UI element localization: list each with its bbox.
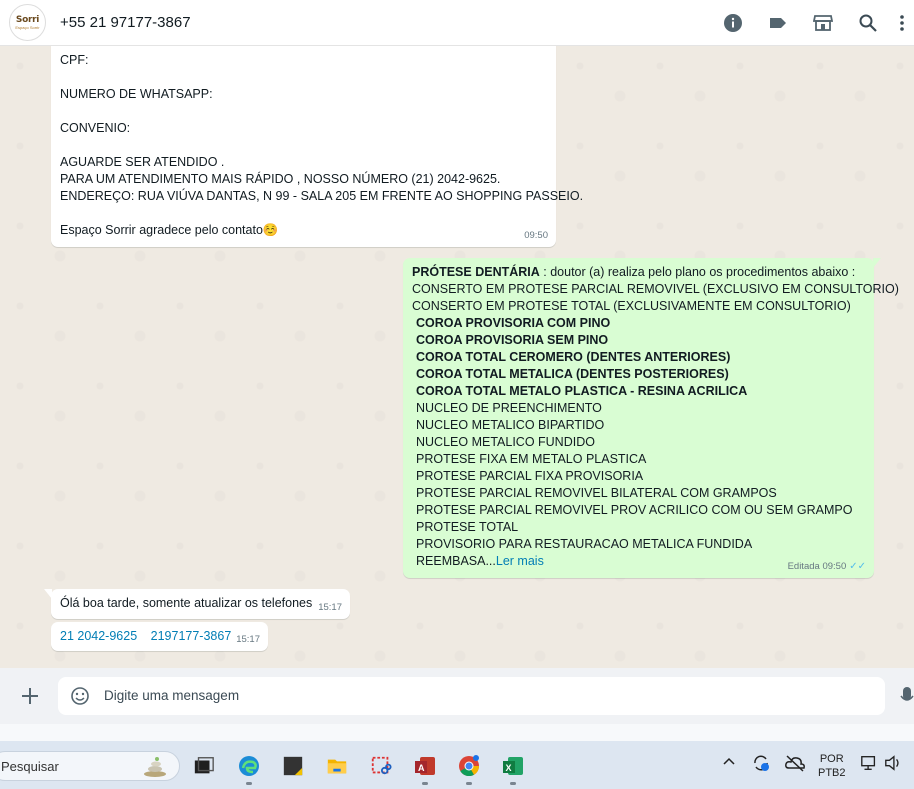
message-time: 15:17: [318, 602, 342, 613]
outgoing-message[interactable]: PRÓTESE DENTÁRIA : doutor (a) realiza pe…: [403, 258, 899, 578]
bubble-tail: [873, 258, 881, 268]
message-line-bold: COROA PROVISORIA SEM PINO: [416, 333, 609, 347]
window-bottom-edge: [0, 724, 914, 741]
incoming-message[interactable]: CPF: NUMERO DE WHATSAPP: CONVENIO: AGUAR…: [51, 46, 584, 247]
message-line-bold: COROA TOTAL CEROMERO (DENTES ANTERIORES): [416, 350, 731, 364]
message-line: [60, 205, 547, 222]
incoming-message[interactable]: Ólá boa tarde, somente atualizar os tele…: [44, 589, 350, 619]
message-input[interactable]: Digite uma mensagem: [58, 677, 885, 715]
incoming-message[interactable]: 21 2042-9625 2197177-3867 15:17: [51, 622, 268, 651]
message-text: Ólá boa tarde, somente atualizar os tele…: [60, 596, 313, 610]
message-line: PROTESE PARCIAL REMOVIVEL PROV ACRILICO …: [416, 503, 853, 517]
message-line: CONSERTO EM PROTESE TOTAL (EXCLUSIVAMENT…: [412, 299, 851, 313]
attach-plus-icon[interactable]: [18, 684, 42, 708]
running-indicator: [510, 782, 516, 785]
message-line: CONSERTO EM PROTESE PARCIAL REMOVIVEL (E…: [412, 282, 899, 296]
chat-area[interactable]: CPF: NUMERO DE WHATSAPP: CONVENIO: AGUAR…: [0, 46, 914, 668]
svg-text:A: A: [418, 763, 425, 773]
header-actions: [710, 0, 914, 46]
message-line: PROTESE PARCIAL FIXA PROVISORIA: [416, 469, 644, 483]
chat-header: Sorri Espaço Sorrir +55 21 97177-3867: [0, 0, 914, 46]
search-highlight-icon: [144, 757, 166, 777]
message-line: PROVISORIO PARA RESTAURACAO METALICA FUN…: [416, 537, 753, 551]
microphone-icon[interactable]: [900, 686, 914, 708]
avatar-subtitle: Espaço Sorrir: [15, 25, 40, 30]
cloud-offline-icon[interactable]: [784, 753, 806, 776]
windows-taskbar: Pesquisar A X POR PTB2: [0, 741, 914, 789]
search-icon[interactable]: [845, 0, 890, 46]
message-time: 15:17: [236, 634, 260, 645]
excel-icon[interactable]: X: [500, 753, 526, 785]
menu-icon[interactable]: [890, 0, 914, 46]
sync-icon[interactable]: [751, 753, 771, 776]
contact-name[interactable]: +55 21 97177-3867: [60, 14, 191, 31]
message-line: NUCLEO DE PREENCHIMENTO: [416, 401, 602, 415]
message-line: [60, 137, 547, 154]
message-line: ENDEREÇO: RUA VIÚVA DANTAS, N 99 - SALA …: [60, 189, 584, 203]
message-line: CONVENIO:: [60, 121, 131, 135]
edge-icon[interactable]: [236, 753, 262, 785]
access-icon[interactable]: A: [412, 753, 438, 785]
sticky-notes-icon[interactable]: [280, 753, 306, 779]
file-explorer-icon[interactable]: [324, 753, 350, 779]
message-time: 09:50: [524, 230, 548, 241]
message-line-bold: COROA TOTAL METALO PLASTICA - RESINA ACR…: [416, 384, 748, 398]
label-icon[interactable]: [755, 0, 800, 46]
message-line-bold: COROA TOTAL METALICA (DENTES POSTERIORES…: [416, 367, 729, 381]
phone-link[interactable]: 21 2042-9625: [60, 629, 137, 643]
svg-text:X: X: [506, 763, 512, 773]
message-text: CPF: NUMERO DE WHATSAPP: CONVENIO: AGUAR…: [60, 52, 584, 239]
info-icon[interactable]: [710, 0, 755, 46]
message-line: [60, 103, 547, 120]
avatar-brand: Sorri: [15, 15, 40, 25]
message-title: PRÓTESE DENTÁRIA : doutor (a) realiza pe…: [412, 265, 856, 279]
read-receipt-icon: ✓✓: [849, 561, 866, 572]
message-line: PROTESE TOTAL: [416, 520, 519, 534]
snipping-tool-icon[interactable]: [368, 753, 394, 779]
read-more-link[interactable]: Ler mais: [496, 554, 544, 568]
running-indicator: [422, 782, 428, 785]
message-line: AGUARDE SER ATENDIDO .: [60, 155, 225, 169]
message-line: [60, 69, 547, 86]
taskbar-search-label: Pesquisar: [1, 759, 59, 774]
message-line-bold: COROA PROVISORIA COM PINO: [416, 316, 611, 330]
running-indicator: [466, 782, 472, 785]
message-line: PROTESE FIXA EM METALO PLASTICA: [416, 452, 647, 466]
phone-link[interactable]: 2197177-3867: [151, 629, 232, 643]
message-text: CONSERTO EM PROTESE PARCIAL REMOVIVEL (E…: [412, 281, 899, 315]
emoji-icon[interactable]: [70, 686, 90, 706]
contact-avatar[interactable]: Sorri Espaço Sorrir: [9, 4, 46, 41]
message-text: NUCLEO DE PREENCHIMENTO NUCLEO METALICO B…: [412, 400, 865, 553]
message-line: NUCLEO METALICO BIPARTIDO: [416, 418, 605, 432]
message-composer: Digite uma mensagem: [0, 668, 914, 724]
taskbar-search[interactable]: Pesquisar: [0, 751, 180, 781]
catalog-icon[interactable]: [800, 0, 845, 46]
volume-icon[interactable]: [884, 754, 902, 775]
message-text-bold: COROA PROVISORIA COM PINO COROA PROVISORI…: [412, 315, 865, 400]
message-line: PROTESE PARCIAL REMOVIVEL BILATERAL COM …: [416, 486, 777, 500]
message-line: PARA UM ATENDIMENTO MAIS RÁPIDO , NOSSO …: [60, 172, 501, 186]
message-placeholder: Digite uma mensagem: [104, 688, 240, 703]
message-line: CPF:: [60, 53, 89, 67]
message-line: NUMERO DE WHATSAPP:: [60, 87, 213, 101]
message-meta: Editada 09:50 ✓✓: [787, 561, 866, 572]
chrome-icon[interactable]: [456, 753, 482, 785]
message-line: NUCLEO METALICO FUNDIDO: [416, 435, 595, 449]
display-settings-icon[interactable]: [860, 754, 878, 775]
show-hidden-icons-chevron-up-icon[interactable]: [722, 755, 736, 772]
bubble-tail: [44, 589, 52, 599]
task-view-icon[interactable]: [191, 753, 217, 779]
message-line: Espaço Sorrir agradece pelo contato☺️: [60, 223, 279, 237]
running-indicator: [246, 782, 252, 785]
keyboard-language-indicator[interactable]: POR PTB2: [818, 752, 846, 780]
